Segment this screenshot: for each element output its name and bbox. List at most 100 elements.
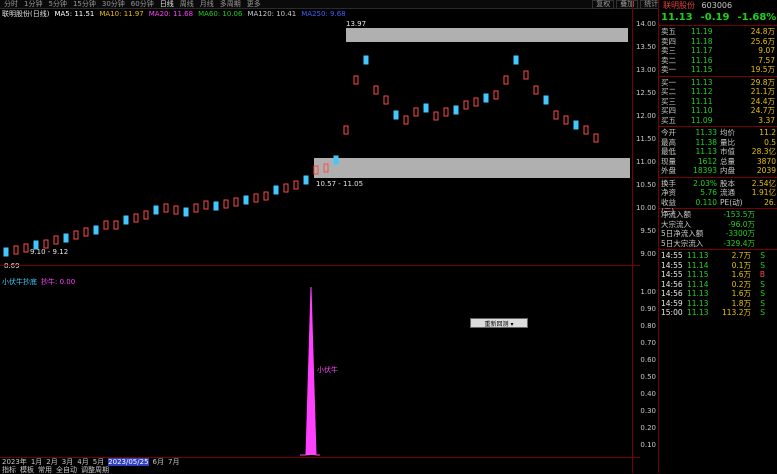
high-price-label: 13.97 — [346, 20, 366, 28]
price-axis-tick: 9.00 — [640, 250, 656, 258]
stat-value: 18393 — [693, 166, 717, 175]
ma-legend-item: MA60: 10.06 — [198, 10, 243, 18]
candle — [233, 197, 239, 207]
period-tab[interactable]: 30分钟 — [102, 0, 125, 9]
order-book-price: 11.17 — [691, 46, 713, 55]
tick-time: 14:56 — [661, 289, 683, 298]
stat-label: 均价 — [720, 128, 735, 137]
stat-label: 市值 — [720, 147, 735, 156]
period-tab[interactable]: 月线 — [200, 0, 214, 9]
order-book-label: 买一 — [661, 77, 676, 87]
order-book-row[interactable]: 买三 11.11 24.4万 — [659, 97, 777, 107]
tick-list[interactable]: 14:55 11.13 2.7万 S 14:55 11.14 0.1万 S 14:55 11.15… — [659, 251, 777, 318]
backtest-button[interactable]: 重新回测 ▾ — [470, 318, 528, 328]
flow-value: -96.0万 — [728, 219, 755, 229]
order-book-row[interactable]: 卖三 11.17 9.07 — [659, 46, 777, 56]
candle — [263, 191, 269, 201]
ma-legend-item: MA120: 10.41 — [247, 10, 297, 18]
date-label: 5月 — [92, 458, 105, 466]
price-row: 11.13 -0.19 -1.68% — [659, 11, 777, 24]
order-book-row[interactable]: 卖二 11.16 7.57 — [659, 56, 777, 66]
price-axis-tick: 14.00 — [635, 20, 656, 28]
tick-direction: B — [759, 270, 765, 279]
ask-book: 卖五 11.19 24.8万 卖四 11.18 25.6万 卖三 11.17 9.07 卖二 11.… — [659, 27, 777, 75]
order-book-price: 11.10 — [691, 106, 713, 115]
period-tab[interactable]: 日线 — [160, 0, 174, 9]
period-tab[interactable]: 更多 — [247, 0, 261, 9]
candle — [553, 110, 559, 120]
candle — [253, 193, 259, 203]
candle — [513, 55, 519, 65]
order-book-row[interactable]: 卖五 11.19 24.8万 — [659, 27, 777, 37]
indicator-chart[interactable]: 小伏牛 — [0, 287, 632, 457]
candle — [173, 205, 179, 215]
candle — [3, 247, 9, 257]
candle — [113, 220, 119, 230]
date-label: 1月 — [30, 458, 43, 466]
order-book-label: 卖三 — [661, 46, 676, 55]
indicator-axis-tick: 0.10 — [640, 441, 656, 449]
stat-value: 2.54亿 — [751, 178, 776, 188]
candle — [203, 200, 209, 210]
candle — [333, 155, 339, 165]
candle — [53, 235, 59, 245]
ma-legend: 联明股份(日线) MA5: 11.51 MA10: 11.97 MA20: 11.68… — [0, 9, 640, 19]
stat-value: 1612 — [697, 156, 717, 166]
period-tab[interactable]: 15分钟 — [73, 0, 96, 9]
bid-book: 买一 11.13 29.8万 买二 11.12 21.1万 买三 11.11 24.4万 买四 11… — [659, 78, 777, 126]
date-label: 7月 — [168, 458, 180, 466]
period-tab[interactable]: 周线 — [180, 0, 194, 9]
order-book-label: 卖二 — [661, 55, 676, 65]
low-price-label: 8.69 — [4, 262, 20, 270]
stat-row: 最低 11.13 市值 28.3亿 — [659, 147, 777, 157]
order-book-label: 买二 — [661, 87, 676, 96]
stat-row: 净资 5.76 流通 1.91亿 — [659, 188, 777, 198]
tick-row: 14:55 11.15 1.6万 B — [659, 270, 777, 280]
tick-row: 14:55 11.13 2.7万 S — [659, 251, 777, 261]
candlestick-chart[interactable]: 13.97 8.69 9.10 - 9.12 10.57 - 11.05 — [0, 20, 632, 275]
order-book-row[interactable]: 买二 11.12 21.1万 — [659, 87, 777, 97]
period-tab[interactable]: 5分钟 — [48, 0, 66, 9]
stat-label: 现量 — [661, 156, 676, 166]
indicator-axis-tick: 0.70 — [640, 339, 656, 347]
stat-value: 26. — [764, 197, 776, 207]
order-book-label: 买三 — [661, 96, 676, 106]
order-book-row[interactable]: 买五 11.09 3.37 — [659, 116, 777, 126]
order-book-volume: 21.1万 — [750, 87, 775, 96]
candle — [13, 245, 19, 255]
order-book-volume: 29.8万 — [750, 77, 775, 87]
order-book-row[interactable]: 买一 11.13 29.8万 — [659, 78, 777, 88]
flow-value: -329.4万 — [723, 238, 755, 248]
tick-price: 11.13 — [687, 289, 709, 298]
order-book-label: 买五 — [661, 115, 676, 125]
candle — [343, 125, 349, 135]
period-tab[interactable]: 分时 — [4, 0, 18, 9]
period-tab[interactable]: 多周期 — [220, 0, 241, 9]
ma-legend-item: MA5: 11.51 — [54, 10, 95, 18]
tick-volume: 1.8万 — [731, 298, 751, 308]
order-book-row[interactable]: 卖四 11.18 25.6万 — [659, 37, 777, 47]
order-book-price: 11.09 — [691, 115, 713, 125]
order-book-label: 买四 — [661, 106, 676, 115]
indicator-axis-tick: 0.90 — [640, 305, 656, 313]
stat-value: 11.2 — [759, 128, 776, 137]
ma-legend-item: MA250: 9.68 — [301, 10, 346, 18]
price-axis-tick: 12.00 — [635, 112, 656, 120]
price-axis-tick: 11.00 — [635, 158, 656, 166]
stat-value: 2.03% — [693, 178, 717, 188]
candle — [373, 85, 379, 95]
candle — [433, 111, 439, 121]
order-book-row[interactable]: 买四 11.10 24.7万 — [659, 106, 777, 116]
date-label: 2023年 — [2, 458, 27, 466]
indicator-name[interactable]: 小伏牛抄底 — [2, 277, 37, 287]
order-book-volume: 24.7万 — [750, 106, 775, 115]
period-tab[interactable]: 1分钟 — [24, 0, 42, 9]
stat-value: 11.38 — [695, 137, 717, 147]
candle — [563, 115, 569, 125]
toolbar-button[interactable]: 复权 — [592, 0, 615, 9]
order-book-row[interactable]: 卖一 11.15 19.5万 — [659, 65, 777, 75]
stat-label: 内盘 — [720, 166, 735, 175]
stats-block-2: 换手 2.03% 股本 2.54亿 净资 5.76 流通 1.91亿 收益(三) 0.110 PE(… — [659, 178, 777, 217]
stat-value: 0.110 — [695, 197, 717, 207]
period-tab[interactable]: 60分钟 — [131, 0, 154, 9]
